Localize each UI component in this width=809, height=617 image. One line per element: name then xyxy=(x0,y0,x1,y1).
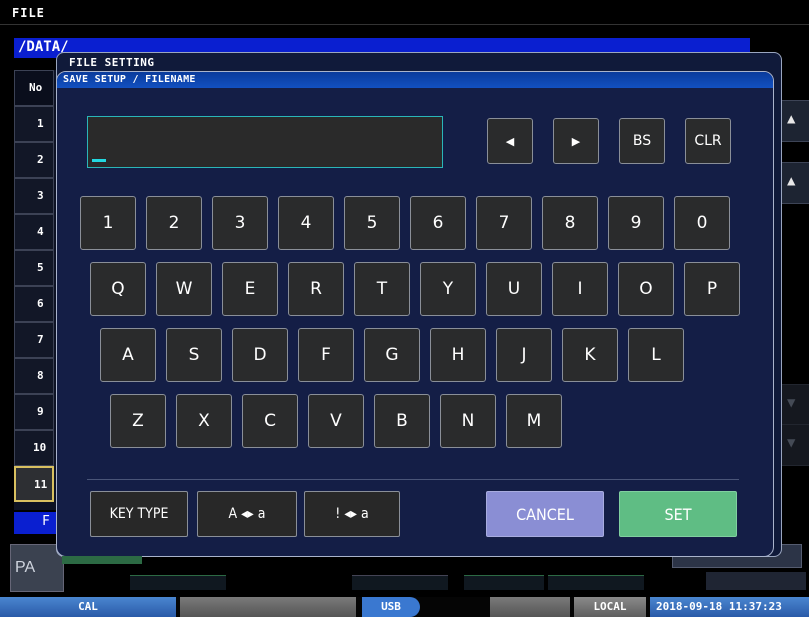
key-6[interactable]: 6 xyxy=(410,196,466,250)
top-bar-title: FILE xyxy=(12,6,45,20)
status-local: LOCAL xyxy=(574,597,646,617)
down-arrow-icon: ▼ xyxy=(787,395,796,411)
list-header-no: No xyxy=(14,70,54,106)
key-a[interactable]: A xyxy=(100,328,156,382)
key-4[interactable]: 4 xyxy=(278,196,334,250)
key-h[interactable]: H xyxy=(430,328,486,382)
key-b[interactable]: B xyxy=(374,394,430,448)
page-button-label: PA xyxy=(15,559,36,576)
key-g[interactable]: G xyxy=(364,328,420,382)
key-x[interactable]: X xyxy=(176,394,232,448)
key-p[interactable]: P xyxy=(684,262,740,316)
list-row-number-selected[interactable]: 11 xyxy=(14,466,54,502)
list-row-number[interactable]: 6 xyxy=(14,286,54,322)
status-cal: CAL xyxy=(0,597,176,617)
key-w[interactable]: W xyxy=(156,262,212,316)
scroll-up-button[interactable]: ▲ xyxy=(778,100,809,142)
bottom-tab[interactable] xyxy=(130,575,226,590)
text-cursor xyxy=(92,159,106,162)
backspace-button[interactable]: BS xyxy=(619,118,665,164)
key-2[interactable]: 2 xyxy=(146,196,202,250)
file-setting-title: FILE SETTING xyxy=(69,56,155,69)
key-o[interactable]: O xyxy=(618,262,674,316)
key-0[interactable]: 0 xyxy=(674,196,730,250)
key-j[interactable]: J xyxy=(496,328,552,382)
key-1[interactable]: 1 xyxy=(80,196,136,250)
status-datetime: 2018-09-18 11:37:23 xyxy=(650,597,809,617)
filename-input[interactable] xyxy=(87,116,443,168)
key-n[interactable]: N xyxy=(440,394,496,448)
list-row-number[interactable]: 9 xyxy=(14,394,54,430)
cancel-button[interactable]: CANCEL xyxy=(486,491,604,537)
list-row-number[interactable]: 3 xyxy=(14,178,54,214)
up-arrow-icon: ▲ xyxy=(787,111,796,127)
usb-label: USB xyxy=(381,600,401,613)
key-y[interactable]: Y xyxy=(420,262,476,316)
list-row-number[interactable]: 1 xyxy=(14,106,54,142)
cursor-right-button[interactable]: ▶ xyxy=(553,118,599,164)
key-c[interactable]: C xyxy=(242,394,298,448)
symbol-toggle-button[interactable]: ! ◂▸ a xyxy=(304,491,400,537)
side-action-button-2[interactable] xyxy=(706,572,806,590)
list-footer: F xyxy=(14,512,58,534)
filename-keyboard-dialog: SAVE SETUP / FILENAME ◀ ▶ BS CLR 1 2 3 4… xyxy=(56,71,774,557)
dialog-title: SAVE SETUP / FILENAME xyxy=(57,72,773,88)
key-r[interactable]: R xyxy=(288,262,344,316)
key-k[interactable]: K xyxy=(562,328,618,382)
case-toggle-button[interactable]: A ◂▸ a xyxy=(197,491,297,537)
clear-button[interactable]: CLR xyxy=(685,118,731,164)
key-z[interactable]: Z xyxy=(110,394,166,448)
key-9[interactable]: 9 xyxy=(608,196,664,250)
scroll-down-button[interactable]: ▼ xyxy=(778,424,809,466)
key-v[interactable]: V xyxy=(308,394,364,448)
key-type-button[interactable]: KEY TYPE xyxy=(90,491,188,537)
status-segment xyxy=(180,597,356,617)
key-f[interactable]: F xyxy=(298,328,354,382)
key-i[interactable]: I xyxy=(552,262,608,316)
key-d[interactable]: D xyxy=(232,328,288,382)
down-arrow-icon: ▼ xyxy=(787,435,796,451)
key-e[interactable]: E xyxy=(222,262,278,316)
top-bar: FILE xyxy=(0,0,809,25)
key-s[interactable]: S xyxy=(166,328,222,382)
list-row-number[interactable]: 4 xyxy=(14,214,54,250)
key-q[interactable]: Q xyxy=(90,262,146,316)
key-5[interactable]: 5 xyxy=(344,196,400,250)
key-u[interactable]: U xyxy=(486,262,542,316)
status-bar: CAL USB LOCAL 2018-09-18 11:37:23 xyxy=(0,597,809,617)
bottom-tab[interactable] xyxy=(464,575,544,590)
key-7[interactable]: 7 xyxy=(476,196,532,250)
bottom-tab[interactable] xyxy=(352,575,448,590)
green-tab xyxy=(62,556,142,564)
left-arrow-icon: ◀ xyxy=(505,134,515,148)
up-arrow-icon: ▲ xyxy=(787,173,796,189)
list-row-number[interactable]: 10 xyxy=(14,430,54,466)
list-row-number[interactable]: 5 xyxy=(14,250,54,286)
key-8[interactable]: 8 xyxy=(542,196,598,250)
page-down-button[interactable]: ▼ xyxy=(778,384,809,426)
list-row-number[interactable]: 2 xyxy=(14,142,54,178)
keyboard-divider xyxy=(87,479,739,480)
cursor-left-button[interactable]: ◀ xyxy=(487,118,533,164)
set-button[interactable]: SET xyxy=(619,491,737,537)
list-row-number[interactable]: 7 xyxy=(14,322,54,358)
status-segment xyxy=(490,597,570,617)
key-3[interactable]: 3 xyxy=(212,196,268,250)
key-l[interactable]: L xyxy=(628,328,684,382)
page-up-button[interactable]: ▲ xyxy=(778,162,809,204)
status-usb: USB xyxy=(362,597,420,617)
key-t[interactable]: T xyxy=(354,262,410,316)
bottom-tab[interactable] xyxy=(548,575,644,590)
key-m[interactable]: M xyxy=(506,394,562,448)
list-row-number[interactable]: 8 xyxy=(14,358,54,394)
right-arrow-icon: ▶ xyxy=(571,134,581,148)
list-footer-label: F xyxy=(42,514,50,529)
